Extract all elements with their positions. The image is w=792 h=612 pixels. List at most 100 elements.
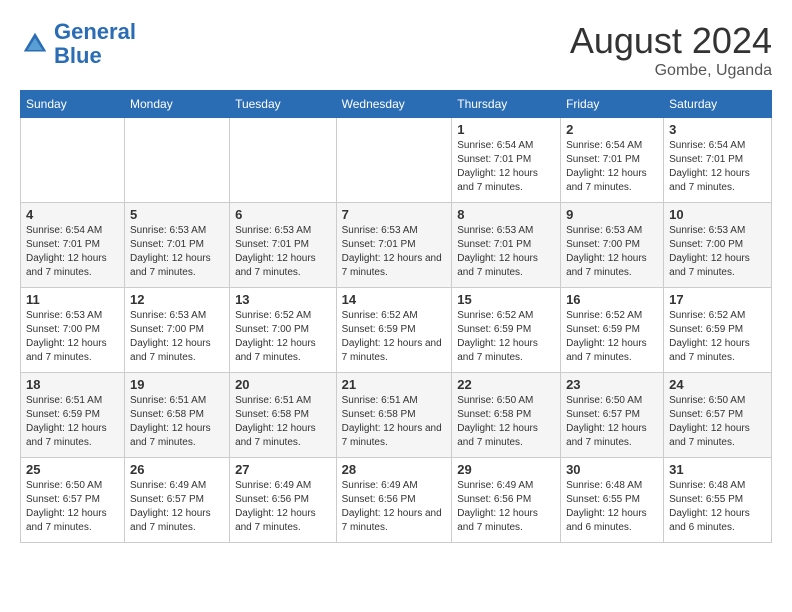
location-subtitle: Gombe, Uganda bbox=[570, 62, 772, 80]
day-cell: 14 Sunrise: 6:52 AMSunset: 6:59 PMDayligh… bbox=[336, 288, 452, 373]
day-cell: 27 Sunrise: 6:49 AMSunset: 6:56 PMDayligh… bbox=[230, 458, 337, 543]
day-info: Sunrise: 6:52 AMSunset: 7:00 PMDaylight:… bbox=[235, 309, 331, 365]
week-row-4: 18 Sunrise: 6:51 AMSunset: 6:59 PMDayligh… bbox=[21, 373, 772, 458]
day-number: 16 bbox=[566, 292, 658, 307]
day-cell bbox=[21, 118, 125, 203]
day-cell: 25 Sunrise: 6:50 AMSunset: 6:57 PMDayligh… bbox=[21, 458, 125, 543]
logo-line2: Blue bbox=[54, 43, 102, 68]
day-number: 5 bbox=[130, 207, 224, 222]
day-cell: 19Sunrise: 6:51 AMSunset: 6:58 PMDayligh… bbox=[125, 373, 230, 458]
day-number: 27 bbox=[235, 462, 331, 477]
day-info: Sunrise: 6:51 AMSunset: 6:59 PMDaylight:… bbox=[26, 394, 119, 450]
weekday-header-monday: Monday bbox=[125, 91, 230, 118]
day-info: Sunrise: 6:52 AMSunset: 6:59 PMDaylight:… bbox=[342, 309, 447, 365]
day-info: Sunrise: 6:53 AMSunset: 7:01 PMDaylight:… bbox=[235, 224, 331, 280]
day-number: 4 bbox=[26, 207, 119, 222]
day-cell bbox=[336, 118, 452, 203]
day-number: 3 bbox=[669, 122, 766, 137]
day-number: 18 bbox=[26, 377, 119, 392]
day-cell: 24 Sunrise: 6:50 AMSunset: 6:57 PMDayligh… bbox=[664, 373, 772, 458]
week-row-1: 1 Sunrise: 6:54 AMSunset: 7:01 PMDaylight… bbox=[21, 118, 772, 203]
weekday-header-friday: Friday bbox=[561, 91, 664, 118]
day-cell: 10Sunrise: 6:53 AMSunset: 7:00 PMDayligh… bbox=[664, 203, 772, 288]
day-number: 30 bbox=[566, 462, 658, 477]
weekday-header-tuesday: Tuesday bbox=[230, 91, 337, 118]
day-number: 7 bbox=[342, 207, 447, 222]
day-info: Sunrise: 6:50 AMSunset: 6:57 PMDaylight:… bbox=[669, 394, 766, 450]
day-info: Sunrise: 6:52 AMSunset: 6:59 PMDaylight:… bbox=[566, 309, 658, 365]
day-cell: 12Sunrise: 6:53 AMSunset: 7:00 PMDayligh… bbox=[125, 288, 230, 373]
day-number: 15 bbox=[457, 292, 555, 307]
title-block: August 2024 Gombe, Uganda bbox=[570, 20, 772, 80]
day-info: Sunrise: 6:54 AMSunset: 7:01 PMDaylight:… bbox=[26, 224, 119, 280]
day-cell: 31Sunrise: 6:48 AMSunset: 6:55 PMDayligh… bbox=[664, 458, 772, 543]
day-info: Sunrise: 6:51 AMSunset: 6:58 PMDaylight:… bbox=[130, 394, 224, 450]
day-info: Sunrise: 6:53 AMSunset: 7:01 PMDaylight:… bbox=[130, 224, 224, 280]
day-cell: 13 Sunrise: 6:52 AMSunset: 7:00 PMDayligh… bbox=[230, 288, 337, 373]
day-cell: 11 Sunrise: 6:53 AMSunset: 7:00 PMDayligh… bbox=[21, 288, 125, 373]
day-number: 13 bbox=[235, 292, 331, 307]
calendar-table: SundayMondayTuesdayWednesdayThursdayFrid… bbox=[20, 90, 772, 543]
day-cell: 1 Sunrise: 6:54 AMSunset: 7:01 PMDaylight… bbox=[452, 118, 561, 203]
day-cell: 22Sunrise: 6:50 AMSunset: 6:58 PMDayligh… bbox=[452, 373, 561, 458]
day-cell: 7 Sunrise: 6:53 AMSunset: 7:01 PMDaylight… bbox=[336, 203, 452, 288]
day-info: Sunrise: 6:51 AMSunset: 6:58 PMDaylight:… bbox=[342, 394, 447, 450]
day-info: Sunrise: 6:50 AMSunset: 6:57 PMDaylight:… bbox=[26, 479, 119, 535]
week-row-3: 11 Sunrise: 6:53 AMSunset: 7:00 PMDayligh… bbox=[21, 288, 772, 373]
day-number: 25 bbox=[26, 462, 119, 477]
day-number: 14 bbox=[342, 292, 447, 307]
day-number: 8 bbox=[457, 207, 555, 222]
day-number: 29 bbox=[457, 462, 555, 477]
day-info: Sunrise: 6:53 AMSunset: 7:00 PMDaylight:… bbox=[566, 224, 658, 280]
week-row-2: 4 Sunrise: 6:54 AMSunset: 7:01 PMDaylight… bbox=[21, 203, 772, 288]
day-cell: 29 Sunrise: 6:49 AMSunset: 6:56 PMDayligh… bbox=[452, 458, 561, 543]
day-cell: 26Sunrise: 6:49 AMSunset: 6:57 PMDayligh… bbox=[125, 458, 230, 543]
day-info: Sunrise: 6:52 AMSunset: 6:59 PMDaylight:… bbox=[457, 309, 555, 365]
day-cell: 4 Sunrise: 6:54 AMSunset: 7:01 PMDaylight… bbox=[21, 203, 125, 288]
day-cell: 5 Sunrise: 6:53 AMSunset: 7:01 PMDaylight… bbox=[125, 203, 230, 288]
day-info: Sunrise: 6:50 AMSunset: 6:57 PMDaylight:… bbox=[566, 394, 658, 450]
day-info: Sunrise: 6:48 AMSunset: 6:55 PMDaylight:… bbox=[566, 479, 658, 535]
weekday-header-row: SundayMondayTuesdayWednesdayThursdayFrid… bbox=[21, 91, 772, 118]
weekday-header-wednesday: Wednesday bbox=[336, 91, 452, 118]
day-info: Sunrise: 6:49 AMSunset: 6:56 PMDaylight:… bbox=[235, 479, 331, 535]
day-number: 11 bbox=[26, 292, 119, 307]
day-info: Sunrise: 6:54 AMSunset: 7:01 PMDaylight:… bbox=[457, 139, 555, 195]
day-info: Sunrise: 6:49 AMSunset: 6:56 PMDaylight:… bbox=[457, 479, 555, 535]
day-info: Sunrise: 6:52 AMSunset: 6:59 PMDaylight:… bbox=[669, 309, 766, 365]
logo: General Blue bbox=[20, 20, 136, 68]
logo-text: General Blue bbox=[54, 20, 136, 68]
day-cell: 9 Sunrise: 6:53 AMSunset: 7:00 PMDaylight… bbox=[561, 203, 664, 288]
day-number: 23 bbox=[566, 377, 658, 392]
page-header: General Blue August 2024 Gombe, Uganda bbox=[20, 20, 772, 80]
day-number: 2 bbox=[566, 122, 658, 137]
day-number: 6 bbox=[235, 207, 331, 222]
day-number: 31 bbox=[669, 462, 766, 477]
day-info: Sunrise: 6:53 AMSunset: 7:01 PMDaylight:… bbox=[342, 224, 447, 280]
day-number: 24 bbox=[669, 377, 766, 392]
day-cell: 18 Sunrise: 6:51 AMSunset: 6:59 PMDayligh… bbox=[21, 373, 125, 458]
day-info: Sunrise: 6:49 AMSunset: 6:56 PMDaylight:… bbox=[342, 479, 447, 535]
day-cell: 16 Sunrise: 6:52 AMSunset: 6:59 PMDayligh… bbox=[561, 288, 664, 373]
day-info: Sunrise: 6:53 AMSunset: 7:00 PMDaylight:… bbox=[130, 309, 224, 365]
day-cell: 3Sunrise: 6:54 AMSunset: 7:01 PMDaylight… bbox=[664, 118, 772, 203]
logo-line1: General bbox=[54, 19, 136, 44]
day-cell: 15 Sunrise: 6:52 AMSunset: 6:59 PMDayligh… bbox=[452, 288, 561, 373]
weekday-header-saturday: Saturday bbox=[664, 91, 772, 118]
weekday-header-thursday: Thursday bbox=[452, 91, 561, 118]
day-cell bbox=[125, 118, 230, 203]
day-number: 21 bbox=[342, 377, 447, 392]
day-info: Sunrise: 6:49 AMSunset: 6:57 PMDaylight:… bbox=[130, 479, 224, 535]
day-number: 1 bbox=[457, 122, 555, 137]
day-cell: 6 Sunrise: 6:53 AMSunset: 7:01 PMDaylight… bbox=[230, 203, 337, 288]
day-number: 17 bbox=[669, 292, 766, 307]
day-cell: 2Sunrise: 6:54 AMSunset: 7:01 PMDaylight… bbox=[561, 118, 664, 203]
day-cell: 28Sunrise: 6:49 AMSunset: 6:56 PMDayligh… bbox=[336, 458, 452, 543]
day-info: Sunrise: 6:53 AMSunset: 7:00 PMDaylight:… bbox=[26, 309, 119, 365]
day-cell bbox=[230, 118, 337, 203]
day-cell: 17 Sunrise: 6:52 AMSunset: 6:59 PMDayligh… bbox=[664, 288, 772, 373]
day-info: Sunrise: 6:50 AMSunset: 6:58 PMDaylight:… bbox=[457, 394, 555, 450]
logo-icon bbox=[20, 29, 50, 59]
day-number: 9 bbox=[566, 207, 658, 222]
day-cell: 30 Sunrise: 6:48 AMSunset: 6:55 PMDayligh… bbox=[561, 458, 664, 543]
